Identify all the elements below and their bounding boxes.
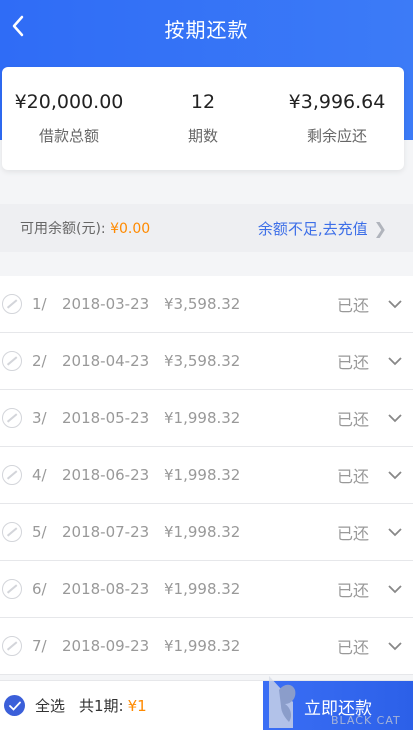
chevron-down-icon[interactable] [385, 470, 405, 480]
disabled-check-icon [2, 636, 22, 656]
installment-row[interactable]: 5/ 2018-07-23 ¥1,998.32 已还 [0, 504, 413, 561]
installment-date: 2018-09-23 [62, 637, 150, 655]
installment-row[interactable]: 1/ 2018-03-23 ¥3,598.32 已还 [0, 276, 413, 333]
page-title: 按期还款 [164, 18, 249, 42]
disabled-check-icon [2, 522, 22, 542]
recharge-link[interactable]: 余额不足,去充值 ❯ [258, 218, 387, 239]
summary-label: 借款总额 [38, 127, 99, 145]
pay-now-button[interactable]: 立即还款 [263, 681, 413, 730]
installment-amount: ¥1,998.32 [164, 580, 241, 598]
installment-row[interactable]: 3/ 2018-05-23 ¥1,998.32 已还 [0, 390, 413, 447]
installment-status: 已还 [336, 581, 369, 600]
summary-remaining: ¥3,996.64 剩余应还 [270, 67, 404, 170]
installment-list: 1/ 2018-03-23 ¥3,598.32 已还 2/ 2018-04-23… [0, 276, 413, 675]
disabled-check-icon [2, 408, 22, 428]
select-all-label[interactable]: 全选 [35, 695, 65, 716]
installment-date: 2018-04-23 [62, 352, 150, 370]
installment-row[interactable]: 4/ 2018-06-23 ¥1,998.32 已还 [0, 447, 413, 504]
select-all-checkbox[interactable] [4, 695, 25, 716]
disabled-check-icon [2, 579, 22, 599]
installment-index: 6/ [32, 580, 47, 598]
chevron-down-icon[interactable] [385, 641, 405, 651]
chevron-down-icon[interactable] [385, 413, 405, 423]
summary-value: 12 [190, 91, 216, 113]
installment-status: 已还 [336, 467, 369, 486]
installment-index: 2/ [32, 352, 47, 370]
installment-amount: ¥1,998.32 [164, 466, 241, 484]
chevron-down-icon[interactable] [385, 584, 405, 594]
installment-index: 3/ [32, 409, 47, 427]
installment-index: 4/ [32, 466, 47, 484]
loan-summary-card: ¥20,000.00 借款总额 12 期数 ¥3,996.64 剩余应还 [2, 67, 404, 170]
chevron-right-icon: ❯ [373, 218, 387, 238]
summary-value: ¥3,996.64 [288, 91, 386, 113]
installment-status: 已还 [336, 296, 369, 315]
balance-info: 可用余额(元): ¥0.00 [20, 218, 150, 238]
installment-index: 1/ [32, 295, 47, 313]
installment-status: 已还 [336, 410, 369, 429]
installment-date: 2018-08-23 [62, 580, 150, 598]
summary-value: ¥20,000.00 [14, 91, 124, 113]
balance-bar: 可用余额(元): ¥0.00 余额不足,去充值 ❯ [0, 204, 413, 252]
installment-amount: ¥3,598.32 [164, 352, 241, 370]
disabled-check-icon [2, 294, 22, 314]
chevron-down-icon[interactable] [385, 356, 405, 366]
installment-row[interactable]: 6/ 2018-08-23 ¥1,998.32 已还 [0, 561, 413, 618]
installment-status: 已还 [336, 353, 369, 372]
total-label: 共1期: [79, 697, 124, 715]
recharge-label: 余额不足,去充值 [257, 219, 368, 238]
summary-periods: 12 期数 [136, 67, 270, 170]
installment-status: 已还 [336, 638, 369, 657]
installment-row[interactable]: 7/ 2018-09-23 ¥1,998.32 已还 [0, 618, 413, 675]
installment-amount: ¥3,598.32 [164, 295, 241, 313]
summary-total-loan: ¥20,000.00 借款总额 [2, 67, 136, 170]
installment-date: 2018-06-23 [62, 466, 150, 484]
installment-date: 2018-03-23 [62, 295, 150, 313]
balance-label: 可用余额(元): [20, 221, 106, 237]
chevron-down-icon[interactable] [385, 527, 405, 537]
installment-index: 5/ [32, 523, 47, 541]
disabled-check-icon [2, 351, 22, 371]
chevron-down-icon[interactable] [385, 299, 405, 309]
footer-bar: 全选 共1期: ¥1 立即还款 [0, 680, 413, 730]
installment-row[interactable]: 2/ 2018-04-23 ¥3,598.32 已还 [0, 333, 413, 390]
installment-status: 已还 [336, 524, 369, 543]
installment-amount: ¥1,998.32 [164, 637, 241, 655]
balance-amount: ¥0.00 [110, 221, 151, 237]
summary-label: 期数 [187, 127, 218, 145]
summary-label: 剩余应还 [306, 127, 367, 145]
installment-amount: ¥1,998.32 [164, 523, 241, 541]
installment-date: 2018-07-23 [62, 523, 150, 541]
disabled-check-icon [2, 465, 22, 485]
installment-index: 7/ [32, 637, 47, 655]
total-amount: ¥1 [127, 696, 147, 715]
installment-date: 2018-05-23 [62, 409, 150, 427]
installment-amount: ¥1,998.32 [164, 409, 241, 427]
